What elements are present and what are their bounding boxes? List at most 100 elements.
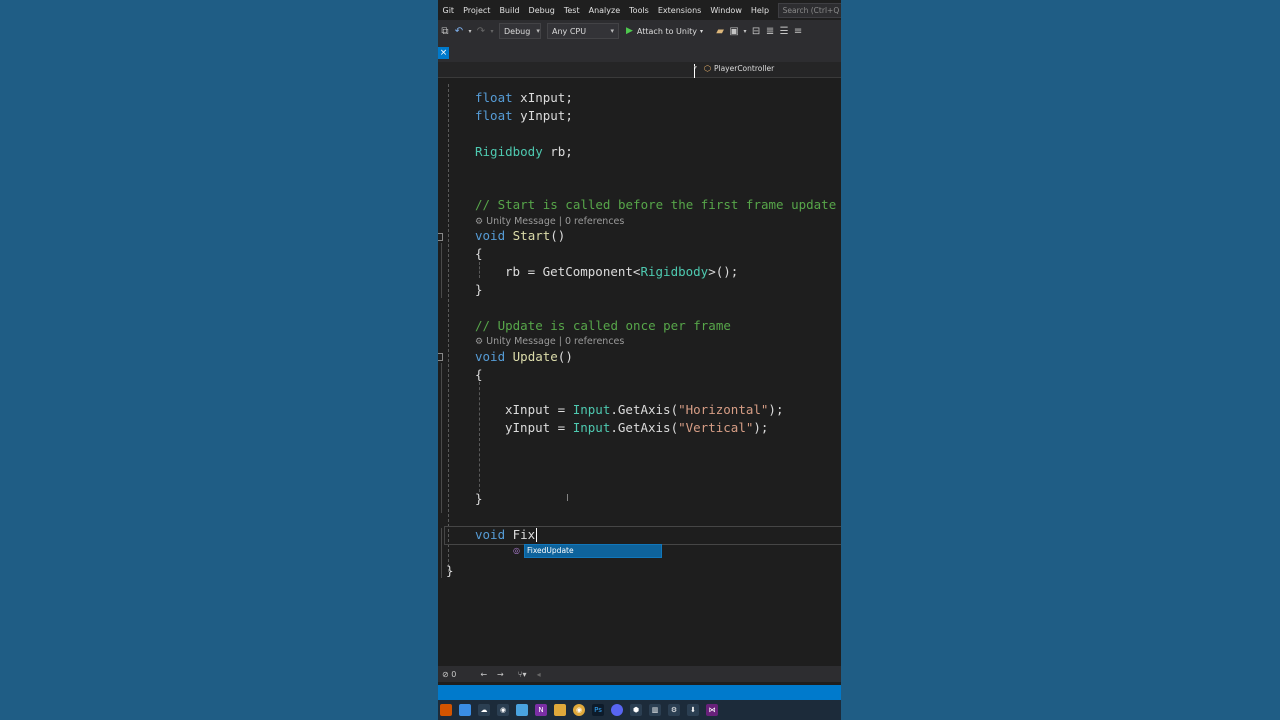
string-literal: "Vertical" [678,420,754,435]
code-line: xInput = Input.GetAxis("Horizontal"); [505,402,784,417]
chevron-down-icon[interactable]: ▾ [694,64,697,78]
redo-dropdown-icon[interactable]: ▾ [488,28,496,35]
method-name: Update [512,349,558,364]
fold-toggle-icon[interactable] [438,233,443,241]
code-line: float yInput; [475,108,573,123]
visual-studio-icon[interactable]: ⋈ [706,704,718,716]
class-breadcrumb[interactable]: ⬡ PlayerController [704,64,774,73]
code-line-typing: void Fix [475,527,536,542]
code-line: Rigidbody rb; [475,144,573,159]
codelens-text: Unity Message | 0 references [486,336,625,347]
class-close-brace: } [446,563,454,578]
type-name: Input [572,402,611,417]
undo-icon[interactable]: ↶ [452,26,466,37]
fold-line [441,528,442,578]
config-dropdown[interactable]: Debug ▾ [499,23,541,39]
menu-tools[interactable]: Tools [625,6,654,15]
codelens-update[interactable]: ⚙ Unity Message | 0 references [475,335,624,349]
code-line: void Start() [475,228,566,243]
autocomplete-suggestion[interactable]: FixedUpdate [527,545,574,557]
app-icon-circle[interactable]: ◉ [497,704,509,716]
nav-back-icon[interactable]: ← [480,670,487,679]
unity-icon[interactable]: ⬢ [630,704,642,716]
type-name: Rigidbody [475,144,543,159]
menu-analyze[interactable]: Analyze [584,6,625,15]
format-icon[interactable]: ☰ [777,26,791,37]
code-line: { [475,367,483,382]
tab-row: × [438,42,841,62]
platform-dropdown[interactable]: Any CPU ▾ [547,23,619,39]
scroll-left-icon[interactable]: ◂ [537,670,541,679]
app-icon-download[interactable]: ⬇ [687,704,699,716]
search-box[interactable]: Search (Ctrl+Q [777,2,841,18]
string-literal: "Horizontal" [678,402,769,417]
app-icon-file[interactable] [516,704,528,716]
screenshot-icon[interactable]: ▣ [727,26,741,37]
photoshop-icon[interactable]: Ps [592,704,604,716]
error-icon: ⊘ [442,669,449,679]
menu-git[interactable]: Git [438,6,459,15]
code-line: { [475,246,483,261]
codelens-text: Unity Message | 0 references [486,216,625,227]
menu-test[interactable]: Test [559,6,584,15]
branch-icon[interactable]: ⑂▾ [518,670,527,679]
error-count: 0 [451,669,457,679]
class-icon: ⬡ [704,64,711,73]
discord-icon[interactable] [611,704,623,716]
chrome-icon[interactable]: ◉ [573,704,585,716]
menu-build[interactable]: Build [495,6,524,15]
navigation-bar: ▾ ⬡ PlayerController [438,62,841,78]
redo-icon[interactable]: ↷ [474,26,488,37]
save-all-icon[interactable]: ⧉ [438,26,452,37]
type-name: Input [572,420,611,435]
menu-project[interactable]: Project [459,6,495,15]
fold-line [441,243,442,298]
code-line: } [475,491,483,506]
dropdown-icon[interactable]: ▾ [741,28,749,35]
keyword: void [475,527,506,542]
menu-help[interactable]: Help [746,6,773,15]
play-icon[interactable]: ▶ [626,26,633,36]
nav-forward-icon[interactable]: → [497,670,504,679]
fold-line [441,363,442,513]
comment-icon[interactable]: ≡ [791,26,805,37]
align-icon[interactable]: ⊟ [749,26,763,37]
undo-dropdown-icon[interactable]: ▾ [466,28,474,35]
autocomplete-popup[interactable]: ◎ FixedUpdate [513,544,662,558]
method-icon: ◎ [513,546,520,555]
error-indicator[interactable]: ⊘ 0 [442,670,456,679]
app-icon-gear[interactable]: ⚙ [668,704,680,716]
status-bar [438,685,841,700]
class-name: PlayerController [713,64,775,73]
text-caret [536,528,537,542]
platform-label: Any CPU [552,26,587,36]
folder-icon[interactable]: ▰ [713,26,727,37]
chevron-down-icon[interactable]: ▾ [700,28,703,35]
code-line: yInput = Input.GetAxis("Vertical"); [505,420,769,435]
app-icon-files[interactable]: ▥ [649,704,661,716]
menu-window[interactable]: Window [706,6,747,15]
unity-icon: ⚙ [475,337,484,347]
visual-studio-window: Git Project Build Debug Test Analyze Too… [438,0,841,720]
menu-extensions[interactable]: Extensions [653,6,705,15]
folder-icon[interactable] [554,704,566,716]
menu-debug[interactable]: Debug [524,6,559,15]
app-icon-monitor[interactable] [459,704,471,716]
attach-to-unity-button[interactable]: Attach to Unity [637,27,697,36]
indent-icon[interactable]: ≣ [763,26,777,37]
background-left [0,0,438,720]
chevron-down-icon: ▾ [610,27,614,35]
close-icon[interactable]: × [438,47,449,59]
menu-bar: Git Project Build Debug Test Analyze Too… [438,0,841,20]
fold-toggle-icon[interactable] [438,353,443,361]
code-editor[interactable]: float xInput; float yInput; Rigidbody rb… [438,78,841,666]
indent-guide [479,382,480,492]
chevron-down-icon: ▾ [536,27,540,35]
keyword: float [475,108,513,123]
comment-start: // Start is called before the first fram… [475,197,837,212]
app-icon-orange[interactable] [440,704,452,716]
onenote-icon[interactable]: N [535,704,547,716]
toolbar: ⧉ ↶ ▾ ↷ ▾ Debug ▾ Any CPU ▾ ▶ Attach to … [438,20,841,42]
app-icon-cloud[interactable]: ☁ [478,704,490,716]
indent-guide [448,84,449,572]
